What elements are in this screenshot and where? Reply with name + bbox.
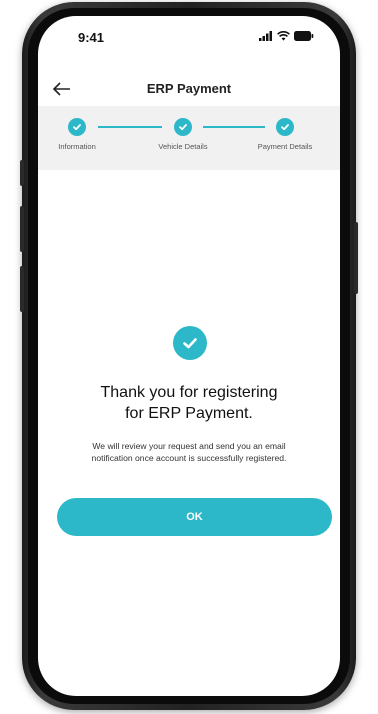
progress-stepper: Information Vehicle Details Payment Deta…	[38, 106, 340, 170]
step-payment-details: Payment Details	[245, 118, 325, 151]
step-label: Payment Details	[257, 142, 313, 151]
step-label: Information	[58, 142, 96, 151]
step-vehicle-details: Vehicle Details	[143, 118, 223, 151]
step-check-icon	[276, 118, 294, 136]
step-check-icon	[68, 118, 86, 136]
confirmation-message-line-1: We will review your request and send you…	[92, 441, 286, 451]
app-header: ERP Payment	[38, 74, 340, 106]
confirmation-title-line-1: Thank you for registering	[100, 384, 278, 401]
step-check-icon	[174, 118, 192, 136]
confirmation-message: We will review your request and send you…	[46, 440, 332, 464]
ok-button[interactable]: OK	[57, 498, 332, 536]
step-information: Information	[38, 118, 117, 151]
confirmation-title: Thank you for registering for ERP Paymen…	[48, 382, 330, 424]
page-title: ERP Payment	[146, 81, 232, 96]
step-label: Vehicle Details	[158, 142, 208, 151]
volume-up-button	[20, 206, 24, 252]
volume-down-button	[20, 266, 24, 312]
battery-icon	[294, 31, 314, 41]
signal-icon	[259, 31, 272, 41]
confirmation-title-line-2: for ERP Payment.	[125, 405, 253, 422]
check-circle-icon	[173, 326, 207, 360]
status-time: 9:41	[78, 30, 105, 45]
status-bar: 9:41	[38, 16, 340, 60]
status-icons	[259, 31, 314, 41]
wifi-icon	[277, 31, 290, 41]
app-screen: 9:41 ERP Payment Information Vehicle Det…	[38, 16, 340, 696]
confirmation-message-line-2: notification once account is successfull…	[91, 453, 287, 463]
power-button	[354, 222, 358, 294]
mute-switch	[20, 160, 24, 186]
